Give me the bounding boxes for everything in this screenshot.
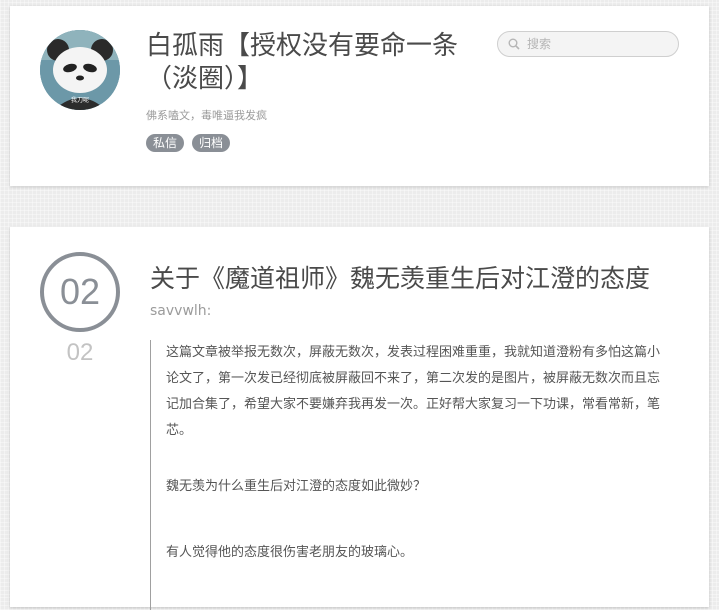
header-nav: 私信 归档 [146, 134, 231, 152]
blog-description: 佛系嗑文，毒唯逼我发疯 [146, 109, 267, 122]
search-icon [508, 38, 520, 50]
avatar[interactable]: 我刀呢 [40, 30, 120, 110]
blog-header-card: 我刀呢 白孤雨【授权没有要命一条（淡圈）】 佛系嗑文，毒唯逼我发疯 私信 归档 [10, 6, 709, 186]
panda-avatar-image: 我刀呢 [40, 30, 120, 110]
search-input[interactable] [525, 36, 669, 52]
post-paragraph: 魏无羡为什么重生后对江澄的态度如此微妙？ [166, 479, 427, 494]
post-paragraph: 这篇文章被举报无数次，屏蔽无数次，发表过程困难重重，我就知道澄粉有多怕这篇小论文… [166, 345, 661, 438]
message-button[interactable]: 私信 [146, 134, 185, 152]
post-paragraph: 有人觉得他的态度很伤害老朋友的玻璃心。 [166, 545, 414, 560]
post-date-month: 02 [66, 339, 94, 366]
post-card: 02 02 关于《魔道祖师》魏无羡重生后对江澄的态度 savvwlh: 这篇文章… [10, 227, 709, 610]
archive-button[interactable]: 归档 [192, 134, 231, 152]
blog-title[interactable]: 白孤雨【授权没有要命一条（淡圈）】 [146, 30, 486, 96]
avatar-caption: 我刀呢 [71, 96, 89, 104]
post-title[interactable]: 关于《魔道祖师》魏无羡重生后对江澄的态度 [150, 259, 650, 295]
post-content: 这篇文章被举报无数次，屏蔽无数次，发表过程困难重重，我就知道澄粉有多怕这篇小论文… [150, 340, 670, 610]
post-date-circle: 02 [40, 252, 120, 332]
search-box[interactable] [497, 31, 679, 57]
post-author: savvwlh: [150, 303, 212, 319]
